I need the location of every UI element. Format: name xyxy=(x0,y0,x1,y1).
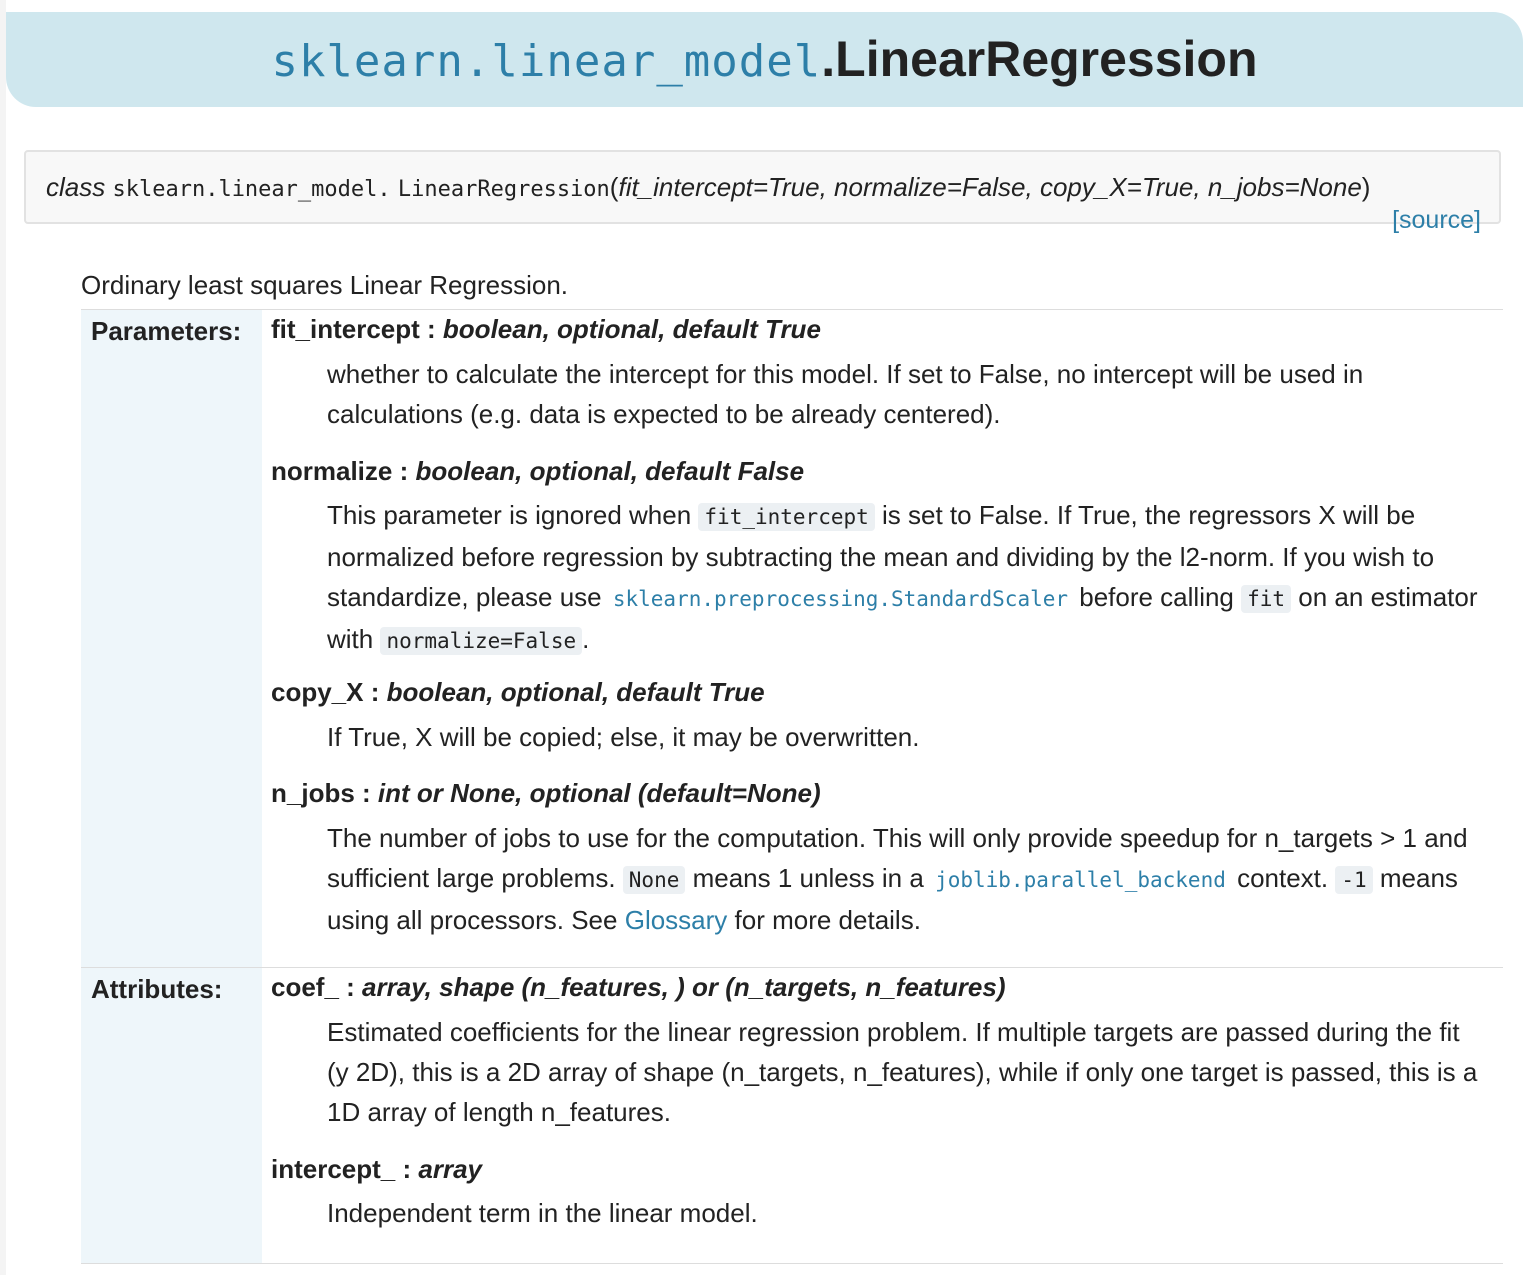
sig-close: ) xyxy=(1361,172,1371,202)
param-normalize-desc: This parameter is ignored when fit_inter… xyxy=(327,500,1478,655)
code-none: None xyxy=(622,866,686,894)
param-copy-x: copy_X : boolean, optional, default True xyxy=(271,677,765,707)
param-copy-x-desc: If True, X will be copied; else, it may … xyxy=(327,722,920,752)
attr-intercept: intercept_ : array xyxy=(271,1154,482,1184)
title-class: .LinearRegression xyxy=(821,31,1258,87)
sig-module: sklearn.linear_model. xyxy=(112,177,391,202)
standardscaler-link[interactable]: sklearn.preprocessing.StandardScaler xyxy=(609,587,1072,611)
summary: Ordinary least squares Linear Regression… xyxy=(81,270,569,300)
title-module: sklearn.linear_model xyxy=(271,36,822,87)
attr-coef-desc: Estimated coefficients for the linear re… xyxy=(327,1017,1478,1127)
page-header: sklearn.linear_model.LinearRegression xyxy=(6,12,1523,107)
sig-params: fit_intercept=True, normalize=False, cop… xyxy=(618,172,1362,202)
param-fit-intercept: fit_intercept : boolean, optional, defau… xyxy=(271,314,821,344)
source-link[interactable]: [source] xyxy=(1392,206,1481,235)
code-fit: fit xyxy=(1241,585,1292,613)
parameters-section: Parameters: fit_intercept : boolean, opt… xyxy=(81,309,1503,968)
code-fit-intercept: fit_intercept xyxy=(698,503,875,531)
sig-keyword: class xyxy=(46,172,106,202)
attributes-label: Attributes: xyxy=(81,968,262,1263)
param-n-jobs: n_jobs : int or None, optional (default=… xyxy=(271,778,821,808)
parameters-label: Parameters: xyxy=(81,310,262,968)
sig-name: LinearRegression xyxy=(397,177,610,202)
param-normalize: normalize : boolean, optional, default F… xyxy=(271,456,805,486)
attr-intercept-desc: Independent term in the linear model. xyxy=(327,1198,758,1228)
attributes-section: Attributes: coef_ : array, shape (n_feat… xyxy=(81,967,1503,1264)
code-minus-one: -1 xyxy=(1335,866,1373,894)
glossary-link[interactable]: Glossary xyxy=(625,905,728,935)
attr-coef: coef_ : array, shape (n_features, ) or (… xyxy=(271,972,1006,1002)
code-normalize-false: normalize=False xyxy=(380,627,583,655)
class-signature: class sklearn.linear_model. LinearRegres… xyxy=(24,150,1501,234)
param-n-jobs-desc: The number of jobs to use for the comput… xyxy=(327,823,1468,935)
left-sidebar-edge xyxy=(0,0,6,1275)
param-fit-intercept-desc: whether to calculate the intercept for t… xyxy=(327,359,1364,429)
parallel-backend-link[interactable]: joblib.parallel_backend xyxy=(931,868,1230,892)
page-title: sklearn.linear_model.LinearRegression xyxy=(6,12,1523,109)
